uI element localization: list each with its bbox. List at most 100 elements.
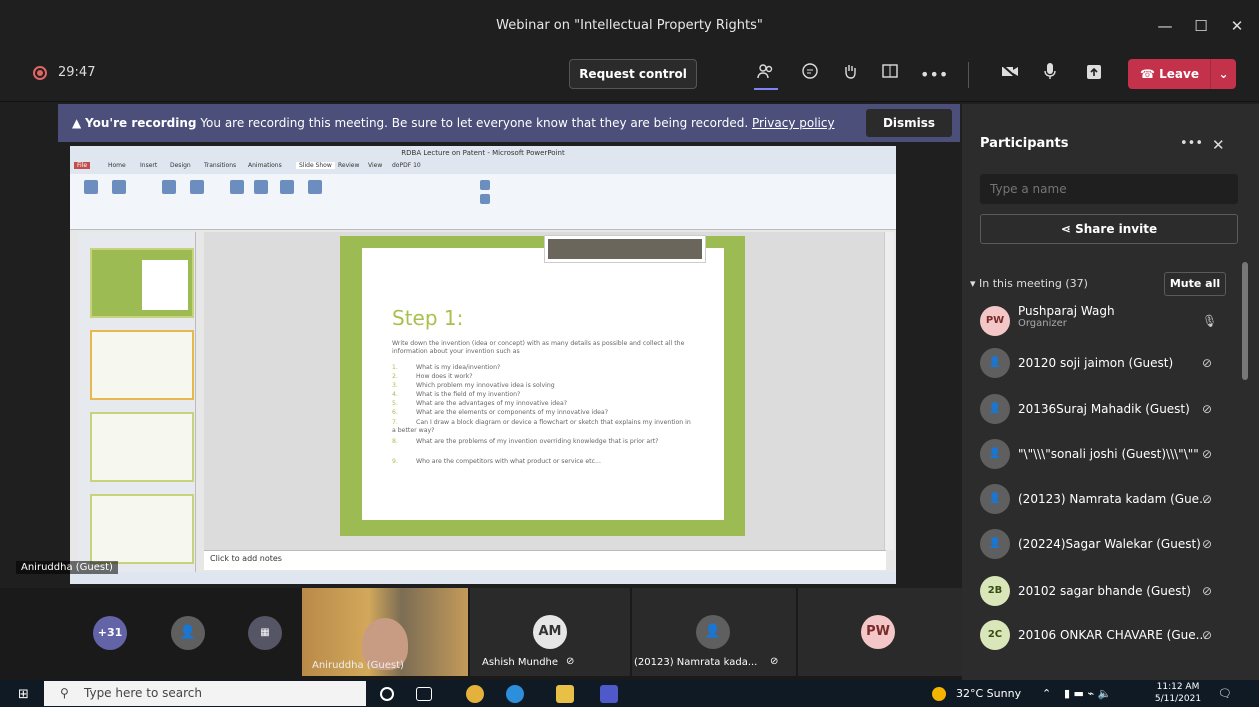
taskbar-clock[interactable]: 11:12 AM 5/11/2021 <box>1153 681 1203 705</box>
share-invite-label: Share invite <box>1075 222 1158 236</box>
presenter-name: Aniruddha (Guest) <box>16 561 118 574</box>
title-bar: Webinar on "Intellectual Property Rights… <box>0 0 1259 52</box>
notification-icon[interactable]: 🗨 <box>1218 687 1232 700</box>
slide-scrollbar[interactable] <box>884 232 894 550</box>
meeting-timer: 29:47 <box>58 65 96 80</box>
slide-thumbnail[interactable] <box>90 412 194 482</box>
tray-icons[interactable]: ▮ ▬ ⌁ 🔈 <box>1064 687 1111 700</box>
avatar: 2C <box>980 620 1010 650</box>
tray-overflow-icon[interactable]: ⌃ <box>1042 687 1051 700</box>
windows-start-icon[interactable]: ⊞ <box>18 687 29 702</box>
slide-bullet: 1. What is my idea/invention? <box>392 364 501 371</box>
ppt-ribbon-tabs: File Home Insert Design Transitions Anim… <box>70 160 896 174</box>
guest-avatar[interactable]: 👤 <box>171 616 205 650</box>
mic-muted-icon: ⊘ <box>1202 584 1213 598</box>
participant-row[interactable]: 👤 (20123) Namrata kadam (Gue... ⊘ <box>980 478 1230 522</box>
active-tab-indicator <box>754 88 778 90</box>
slide-title: Step 1: <box>392 306 464 330</box>
phone-icon: ☎ <box>1140 67 1160 81</box>
participant-row[interactable]: 👤 20120 soji jaimon (Guest) ⊘ <box>980 342 1230 386</box>
mic-muted-icon: ⊘ <box>1202 402 1213 416</box>
mute-all-button[interactable]: Mute all <box>1164 272 1226 296</box>
mic-icon[interactable] <box>1036 62 1064 88</box>
participant-search-input[interactable] <box>980 174 1238 204</box>
participant-name: 20120 soji jaimon (Guest) <box>1018 356 1174 370</box>
weather-icon[interactable] <box>932 687 946 701</box>
participant-row[interactable]: 👤 20136Suraj Mahadik (Guest) ⊘ <box>980 388 1230 432</box>
minimize-icon[interactable]: — <box>1150 14 1180 38</box>
raise-hand-icon[interactable] <box>836 62 864 88</box>
search-icon: ⚲ <box>60 686 69 700</box>
participant-row[interactable]: 👤 "\"\\\"sonali joshi (Guest)\\\"\"" ⊘ <box>980 433 1230 477</box>
ribbon-button-icon <box>280 180 294 194</box>
teams-icon[interactable] <box>600 685 618 703</box>
ribbon-button-icon <box>190 180 204 194</box>
panel-scrollbar[interactable] <box>1242 262 1248 380</box>
slide-thumbnail-selected[interactable] <box>90 330 194 400</box>
ribbon-tab: Insert <box>140 162 158 169</box>
banner-body: You are recording this meeting. Be sure … <box>196 116 752 130</box>
participant-row[interactable]: PW Pushparaj Wagh Organizer 🎙 <box>980 300 1230 344</box>
notes-placeholder: Click to add notes <box>210 554 282 563</box>
chevron-down-icon[interactable]: ⌄ <box>1210 59 1236 89</box>
avatar: 👤 <box>980 439 1010 469</box>
more-icon[interactable]: ••• <box>1180 136 1203 151</box>
chrome-icon[interactable] <box>466 685 484 703</box>
slide-bullet: 4. What is the field of my invention? <box>392 391 521 398</box>
share-invite-button[interactable]: ⋖ Share invite <box>980 214 1238 244</box>
mic-muted-icon: ⊘ <box>1202 356 1213 370</box>
participant-row[interactable]: 👤 (20224)Sagar Walekar (Guest) ⊘ <box>980 523 1230 567</box>
close-icon[interactable]: ✕ <box>1212 136 1225 154</box>
ribbon-button-icon <box>254 180 268 194</box>
slide-thumbnail[interactable] <box>90 248 194 318</box>
rooms-icon[interactable] <box>876 62 904 88</box>
ribbon-button-icon <box>480 180 490 190</box>
file-explorer-icon[interactable] <box>556 685 574 703</box>
taskbar-search-input[interactable]: Type here to search <box>44 681 366 706</box>
participant-name: "\"\\\"sonali joshi (Guest)\\\"\"" <box>1018 447 1199 461</box>
task-view-icon[interactable] <box>416 687 432 701</box>
leave-button[interactable]: ☎ Leave ⌄ <box>1128 59 1236 89</box>
maximize-icon[interactable]: ☐ <box>1186 14 1216 38</box>
edge-icon[interactable] <box>506 685 524 703</box>
slide-intro: Write down the invention (idea or concep… <box>392 340 685 355</box>
mic-muted-icon: ⊘ <box>770 656 779 667</box>
mic-muted-icon: ⊘ <box>566 656 575 667</box>
more-icon[interactable]: ••• <box>920 62 948 88</box>
overflow-participants-button[interactable]: +31 <box>93 616 127 650</box>
people-icon[interactable] <box>752 62 780 88</box>
participant-name: Pushparaj Wagh <box>1018 304 1115 318</box>
recording-banner-text: ▲ You're recording You are recording thi… <box>72 116 835 130</box>
slide-bullet: 3. Which problem my innovative idea is so… <box>392 382 555 389</box>
mic-muted-icon: ⊘ <box>1202 492 1213 506</box>
privacy-policy-link[interactable]: Privacy policy <box>752 116 835 130</box>
close-icon[interactable]: ✕ <box>1222 14 1252 38</box>
camera-off-icon[interactable] <box>996 62 1024 88</box>
notes-pane[interactable] <box>204 550 886 570</box>
weather-text[interactable]: 32°C Sunny <box>956 687 1021 700</box>
participant-row[interactable]: 2B 20102 sagar bhande (Guest) ⊘ <box>980 570 1230 614</box>
leave-label: Leave <box>1159 67 1199 81</box>
avatar: 👤 <box>980 348 1010 378</box>
participant-name: (20224)Sagar Walekar (Guest) <box>1018 537 1201 551</box>
slide-thumbnails[interactable] <box>78 232 196 572</box>
avatar: 👤 <box>980 529 1010 559</box>
profile-photo-avatar[interactable]: ▦ <box>248 616 282 650</box>
request-control-button[interactable]: Request control <box>569 59 697 89</box>
mic-muted-icon: ⊘ <box>1202 447 1213 461</box>
meeting-section-header[interactable]: ▾ In this meeting (37) <box>970 277 1088 290</box>
ppt-window-title: RDBA Lecture on Patent - Microsoft Power… <box>70 146 896 160</box>
chevron-down-icon: ▾ <box>970 277 980 290</box>
share-tray-icon[interactable] <box>1080 62 1108 88</box>
slide-bullet-text: What are the elements or components of m… <box>416 409 609 416</box>
slide-thumbnail[interactable] <box>90 494 194 564</box>
ribbon-button-icon <box>112 180 126 194</box>
ribbon-button-icon <box>480 194 490 204</box>
chat-icon[interactable] <box>796 62 824 88</box>
cortana-icon[interactable] <box>380 687 394 701</box>
avatar: 👤 <box>980 484 1010 514</box>
ribbon-tab: Design <box>170 162 191 169</box>
participant-row[interactable]: 2C 20106 ONKAR CHAVARE (Gue... ⊘ <box>980 614 1230 658</box>
dismiss-button[interactable]: Dismiss <box>866 109 952 137</box>
warning-icon: ▲ <box>72 116 86 130</box>
